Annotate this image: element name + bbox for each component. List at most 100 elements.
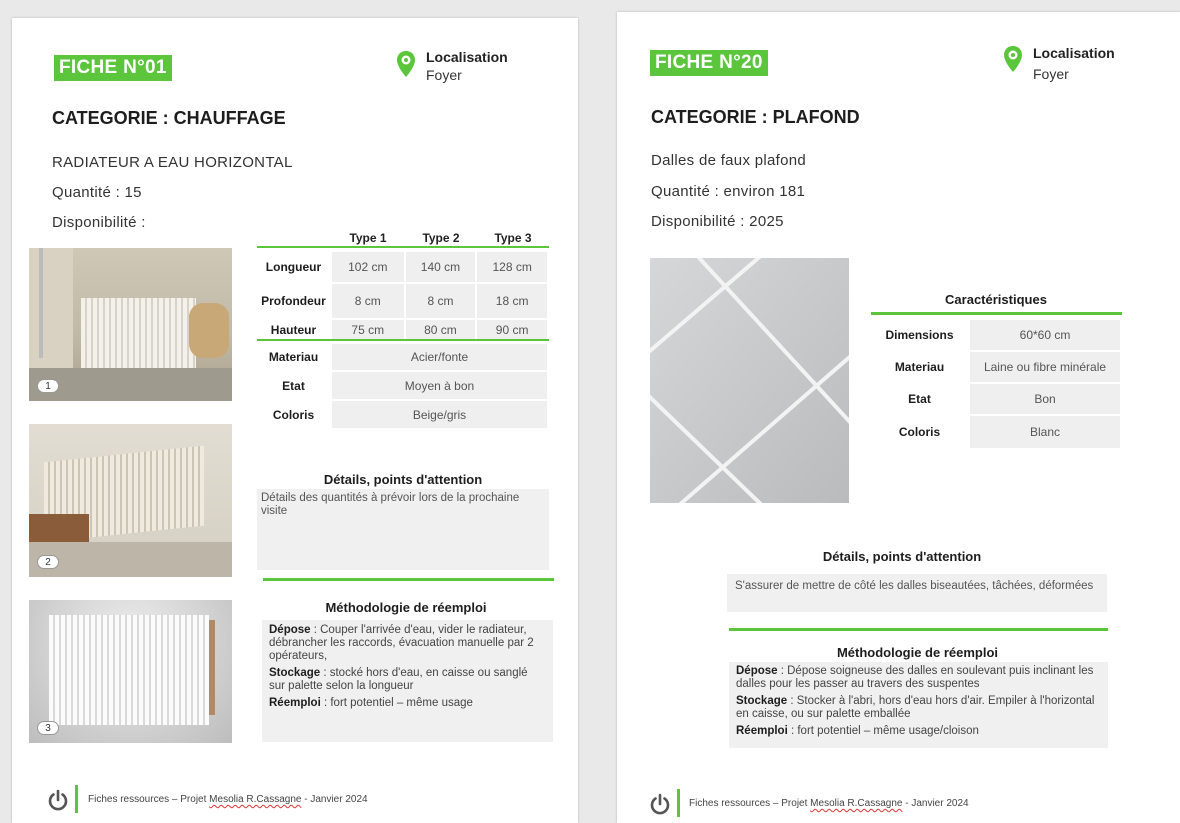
method-title: Méthodologie de réemploi [325, 600, 487, 615]
photo-number-badge: 3 [37, 721, 59, 735]
method-label: Stockage [736, 695, 788, 707]
document-page-2: FICHE N°20 Localisation Foyer CATEGORIE … [617, 12, 1180, 823]
power-icon [650, 793, 670, 815]
table-cell: 75 cm [329, 318, 406, 342]
table-cell: 90 cm [475, 318, 549, 342]
method-stockage: Stockage : stocké hors d'eau, en caisse … [269, 667, 546, 693]
location-label: Localisation [426, 49, 508, 65]
method-reemploi: Réemploi : fort potentiel – même usage/c… [736, 725, 1101, 738]
characteristics-table: Dimensions 60*60 cm Materiau Laine ou fi… [871, 318, 1122, 450]
footer-project-name: Mesolia R.Cassagne [810, 798, 903, 809]
row-label: Etat [282, 378, 305, 393]
photo-number-badge: 1 [37, 379, 59, 393]
fiche-number-badge: FICHE N°01 [54, 55, 172, 81]
fiche-number-badge: FICHE N°20 [650, 50, 768, 76]
details-title: Détails, points d'attention [822, 549, 982, 564]
footer-project-name: Mesolia R.Cassagne [209, 794, 302, 805]
quantity: Quantité : environ 181 [651, 183, 806, 200]
table-cell: 80 cm [403, 318, 478, 342]
row-label: Hauteur [270, 323, 317, 337]
method-label: Réemploi [269, 697, 321, 709]
footer-accent-bar [75, 785, 78, 813]
table-row: Longueur 102 cm 140 cm 128 cm [257, 250, 549, 284]
radiator-photo-1: 1 [29, 248, 232, 401]
row-label: Coloris [898, 425, 941, 439]
method-text: : Dépose soigneuse des dalles en souleva… [736, 665, 1094, 690]
table-cell: 140 cm [403, 250, 478, 284]
dimensions-table: Type 1 Type 2 Type 3 [257, 228, 549, 248]
footer-text: Fiches ressources – Projet Mesolia R.Cas… [689, 798, 969, 809]
table-row: Materiau Acier/fonte [257, 342, 549, 372]
table-cell: 128 cm [475, 250, 549, 284]
photo-number-badge: 2 [37, 555, 59, 569]
table-cell: Laine ou fibre minérale [968, 350, 1122, 384]
table-row: Etat Moyen à bon [257, 370, 549, 401]
quantity: Quantité : 15 [52, 184, 142, 201]
row-label: Longueur [265, 260, 322, 274]
document-page-1: FICHE N°01 Localisation Foyer CATEGORIE … [12, 18, 578, 823]
table-cell: Beige/gris [330, 399, 549, 430]
row-label: Coloris [272, 407, 315, 422]
footer-prefix: Fiches ressources – Projet [88, 794, 210, 805]
power-icon [48, 789, 68, 811]
location-pin-icon [1004, 46, 1022, 72]
method-stockage: Stockage : Stocker à l'abri, hors d'eau … [736, 695, 1101, 721]
footer-suffix: - Janvier 2024 [902, 798, 969, 809]
table-mid-rule [257, 339, 549, 341]
method-text: : fort potentiel – même usage [320, 697, 473, 709]
radiator-photo-2: 2 [29, 424, 232, 577]
table-cell: Blanc [968, 414, 1122, 450]
method-reemploi: Réemploi : fort potentiel – même usage [269, 697, 546, 710]
table-cell: 8 cm [329, 282, 406, 320]
table-cell: Bon [968, 382, 1122, 416]
method-depose: Dépose : Dépose soigneuse des dalles en … [736, 665, 1101, 691]
method-box: Dépose : Dépose soigneuse des dalles en … [729, 662, 1108, 748]
footer-prefix: Fiches ressources – Projet [689, 798, 811, 809]
characteristics-title: Caractéristiques [945, 292, 1047, 307]
location-value: Foyer [426, 67, 462, 83]
location-value: Foyer [1033, 66, 1069, 82]
table-header: Type 3 [494, 231, 532, 245]
table-row: Coloris Blanc [871, 414, 1122, 450]
location-label: Localisation [1033, 45, 1115, 61]
table-row: Hauteur 75 cm 80 cm 90 cm [257, 318, 549, 342]
availability: Disponibilité : [52, 214, 146, 231]
row-label: Profondeur [261, 294, 326, 308]
table-cell: 18 cm [475, 282, 549, 320]
row-label: Materiau [268, 350, 319, 364]
ceiling-grid-drawing [650, 258, 849, 503]
section-divider [729, 628, 1108, 631]
method-label: Dépose [269, 624, 311, 636]
row-label: Materiau [894, 360, 945, 374]
table-cell: 102 cm [329, 250, 406, 284]
table-cell: 8 cm [403, 282, 478, 320]
item-name: Dalles de faux plafond [651, 152, 807, 169]
method-label: Dépose [736, 665, 778, 677]
method-text: : fort potentiel – même usage/cloison [787, 725, 979, 737]
table-cell: Moyen à bon [330, 370, 549, 401]
availability: Disponibilité : 2025 [651, 213, 784, 230]
location-pin-icon [397, 51, 415, 77]
method-label: Stockage [269, 667, 321, 679]
category-title: CATEGORIE : PLAFOND [651, 107, 860, 127]
footer-suffix: - Janvier 2024 [301, 794, 368, 805]
table-header: Type 1 [349, 231, 387, 245]
table-top-rule [257, 246, 549, 248]
table-cell: Acier/fonte [330, 342, 549, 372]
table-row: Coloris Beige/gris [257, 399, 549, 430]
table-row: Dimensions 60*60 cm [871, 318, 1122, 352]
table-row: Materiau Laine ou fibre minérale [871, 350, 1122, 384]
footer-text: Fiches ressources – Projet Mesolia R.Cas… [88, 794, 368, 805]
method-label: Réemploi [736, 725, 788, 737]
details-title: Détails, points d'attention [323, 472, 483, 487]
material-table: Materiau Acier/fonte Etat Moyen à bon Co… [257, 342, 549, 430]
method-title: Méthodologie de réemploi [836, 645, 999, 660]
radiator-photo-3: 3 [29, 600, 232, 743]
method-depose: Dépose : Couper l'arrivée d'eau, vider l… [269, 624, 546, 663]
characteristics-rule [871, 312, 1122, 315]
details-box: S'assurer de mettre de côté les dalles b… [727, 574, 1107, 612]
category-title: CATEGORIE : CHAUFFAGE [52, 108, 286, 128]
row-label: Etat [908, 392, 931, 406]
table-header: Type 2 [422, 231, 460, 245]
section-divider [263, 578, 554, 581]
